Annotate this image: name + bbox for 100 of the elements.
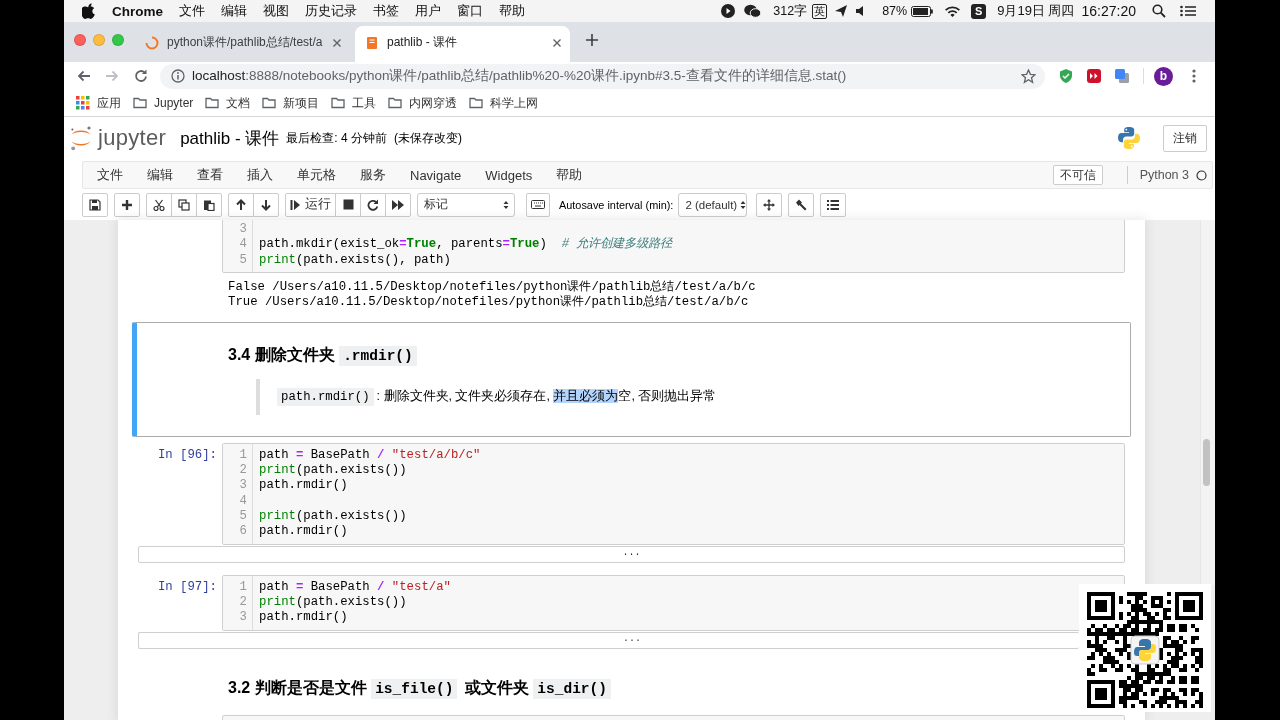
menu-item[interactable]: 窗口	[457, 2, 483, 20]
bookmark-item[interactable]: 科学上网	[463, 92, 545, 114]
profile-button[interactable]: b	[1154, 66, 1173, 86]
line-number: 2	[239, 463, 247, 479]
bookmark-item[interactable]: 文档	[199, 92, 257, 114]
run-all-button[interactable]	[385, 192, 411, 217]
play-circle-icon[interactable]	[721, 4, 736, 18]
crosshair-arrows-icon	[763, 198, 776, 211]
menu-item[interactable]: 用户	[415, 2, 441, 20]
move-button[interactable]	[756, 192, 783, 217]
menu-item[interactable]: 插入	[235, 166, 285, 184]
code-line: path.mkdir(exist_ok=True, parents=True) # 允许创建多级路径	[259, 237, 673, 253]
paste-button[interactable]	[196, 192, 222, 217]
menu-item[interactable]: Widgets	[473, 167, 545, 183]
autosave-select[interactable]: 2 (default)	[678, 192, 748, 217]
list-icon[interactable]	[1180, 5, 1196, 17]
stop-button[interactable]	[335, 192, 361, 217]
bookmark-item[interactable]: Jupyter	[127, 92, 200, 114]
bookmark-item[interactable]: 工具	[325, 92, 383, 114]
address-bar[interactable]: localhost:8888/notebooks/python课件/pathlib总结/pathlib%20-%20课件.ipynb#3.5-查看文件的详细信息.stat()	[160, 63, 1045, 89]
code-input-area[interactable]: 1 2 3 path = BasePath / "test/a" print(path.exists()) path.rmdir()	[222, 574, 1125, 631]
menu-item[interactable]: 单元格	[285, 166, 348, 184]
restart-button[interactable]	[360, 192, 386, 217]
date-text: 9月19日 周四	[997, 2, 1075, 20]
menu-item[interactable]: 历史记录	[305, 2, 357, 20]
line-number: 1	[239, 579, 247, 595]
menu-item[interactable]: 书签	[373, 2, 399, 20]
line-number: 5	[239, 509, 247, 525]
cell-type-select[interactable]: 标记	[417, 192, 515, 217]
kebab-menu-icon[interactable]	[1192, 69, 1196, 83]
logout-button[interactable]: 注销	[1163, 124, 1207, 152]
trust-button[interactable]: 不可信	[1052, 165, 1103, 185]
line-number: 3	[239, 478, 247, 494]
code-line: path = BasePath / "test/a"	[259, 579, 451, 595]
bookmark-item[interactable]: 应用	[70, 92, 127, 114]
input-method-indicator[interactable]: 英	[812, 3, 828, 19]
scrollbar-thumb[interactable]	[1203, 439, 1210, 486]
menu-item[interactable]: 帮助	[544, 166, 595, 184]
battery-icon[interactable]	[911, 5, 934, 17]
menu-item[interactable]: 文件	[179, 2, 205, 20]
markdown-cell[interactable]: 3.4 删除文件夹 .rmdir() path.rmdir() : 删除文件夹, 文件夹必须存在, 并且必须为空, 否则抛出异常	[132, 321, 1131, 437]
save-button[interactable]	[82, 192, 108, 217]
shield-icon[interactable]	[1058, 68, 1074, 84]
folder-icon	[262, 97, 277, 109]
copy-button[interactable]	[171, 192, 197, 217]
wifi-icon[interactable]	[944, 4, 962, 18]
run-button[interactable]: 运行	[285, 192, 336, 217]
menu-item[interactable]: 文件	[85, 166, 135, 184]
scrollbar-track[interactable]	[1200, 220, 1215, 585]
new-tab-plus-icon[interactable]	[585, 33, 599, 47]
tray-badge[interactable]: S	[971, 3, 987, 19]
logo-text: jupyter	[98, 125, 167, 151]
cut-button[interactable]	[146, 192, 172, 217]
move-down-button[interactable]	[253, 192, 279, 217]
bookmark-item[interactable]: 内网穿透	[382, 92, 464, 114]
command-list-button[interactable]	[820, 192, 847, 217]
stop-icon	[342, 199, 354, 210]
python-logo-icon	[1117, 126, 1141, 150]
apple-icon[interactable]	[82, 3, 96, 19]
play-square-icon[interactable]	[1086, 68, 1102, 84]
move-up-button[interactable]	[228, 192, 254, 217]
arrow-down-icon	[260, 198, 272, 211]
output-text: False /Users/a10.11.5/Desktop/notefiles/python课件/pathlib总结/test/a/b/c	[228, 279, 756, 295]
notebook-title[interactable]: pathlib - 课件	[180, 126, 280, 150]
tools-button[interactable]	[788, 192, 815, 217]
paper-plane-icon[interactable]	[834, 4, 849, 18]
code-input-area[interactable]: 1 2 3 4 5 6 path = BasePath / "test/a/b/c" print(path.exists()) path.rmdir() print(path.exists()) path.rmdir()	[222, 442, 1125, 545]
kernel-name[interactable]: Python 3	[1139, 168, 1189, 182]
jupyter-logo-icon	[69, 125, 93, 151]
menu-item[interactable]: 编辑	[221, 2, 247, 20]
code-line: path.rmdir()	[259, 524, 348, 540]
collapsed-output[interactable]: ...	[138, 631, 1079, 649]
app-menu[interactable]: Chrome	[112, 3, 163, 19]
menu-item[interactable]: 服务	[348, 166, 398, 184]
window-close-button[interactable]	[74, 34, 86, 46]
browser-tab[interactable]: pathlib - 课件	[355, 26, 570, 62]
insert-cell-button[interactable]	[114, 192, 140, 217]
browser-tab[interactable]: python课件/pathlib总结/test/a	[135, 26, 350, 62]
reload-icon[interactable]	[133, 68, 149, 84]
overlapping-squares-icon[interactable]	[1114, 68, 1130, 84]
select-arrows-icon	[503, 199, 509, 210]
menu-item[interactable]: 帮助	[499, 2, 525, 20]
menu-item[interactable]: 视图	[263, 2, 289, 20]
back-arrow-icon[interactable]	[76, 68, 92, 84]
menu-item[interactable]: 查看	[185, 166, 235, 184]
code-input-area[interactable]: 3 4 5 path.mkdir(exist_ok=True, parents=True) # 允许创建多级路径 print(path.exists(), path)	[222, 220, 1125, 273]
keyboard-button[interactable]	[526, 192, 550, 217]
menu-item[interactable]: 编辑	[135, 166, 185, 184]
line-number: 2	[239, 594, 247, 611]
bookmark-item[interactable]: 新项目	[256, 92, 326, 114]
wrench-icon	[795, 198, 808, 211]
chat-bubbles-icon[interactable]	[744, 4, 762, 18]
section-heading: 3.4 删除文件夹 .rmdir()	[228, 343, 420, 367]
menu-item[interactable]: Navigate	[398, 167, 474, 183]
search-icon[interactable]	[1152, 4, 1166, 18]
collapsed-output[interactable]: ...	[138, 545, 1125, 563]
line-number: 4	[239, 237, 247, 253]
step-forward-icon	[290, 198, 300, 211]
apps-grid-icon	[76, 96, 90, 110]
star-icon[interactable]	[1021, 68, 1036, 84]
